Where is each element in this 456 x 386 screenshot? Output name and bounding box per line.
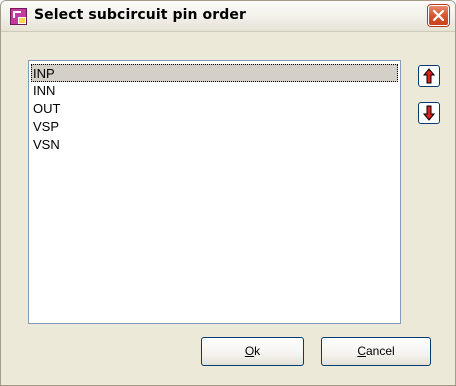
move-up-button[interactable] — [418, 65, 440, 87]
dialog-title: Select subcircuit pin order — [34, 7, 246, 23]
ok-label-rest: k — [254, 344, 261, 358]
cancel-label-rest: ancel — [365, 344, 395, 358]
ok-mnemonic: O — [244, 344, 255, 358]
list-item-vsp[interactable]: VSP — [31, 118, 398, 136]
close-x-icon — [432, 9, 445, 22]
pin-order-dialog: Select subcircuit pin order INP INN OUT … — [0, 0, 456, 386]
cancel-mnemonic: C — [357, 344, 366, 358]
cancel-button[interactable]: Cancel — [321, 337, 431, 366]
list-item-inn[interactable]: INN — [31, 82, 398, 100]
ok-button[interactable]: Ok — [201, 337, 304, 366]
schematic-app-icon — [10, 8, 27, 25]
list-item-inp[interactable]: INP — [31, 64, 398, 82]
list-item-vsn[interactable]: VSN — [31, 136, 398, 154]
title-bar[interactable]: Select subcircuit pin order — [1, 1, 455, 32]
move-down-button[interactable] — [418, 102, 440, 124]
list-item-out[interactable]: OUT — [31, 100, 398, 118]
close-button[interactable] — [428, 5, 449, 26]
pin-order-list[interactable]: INP INN OUT VSP VSN — [28, 60, 401, 324]
arrow-up-icon — [423, 68, 435, 84]
arrow-down-icon — [423, 105, 435, 121]
